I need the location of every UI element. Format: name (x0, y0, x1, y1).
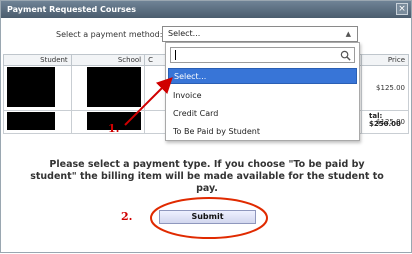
annotation-circle (150, 197, 268, 239)
annotation-arrow (124, 77, 173, 126)
annotation-overlay (124, 77, 268, 239)
payment-dialog: Payment Requested Courses × Select a pay… (0, 0, 412, 253)
